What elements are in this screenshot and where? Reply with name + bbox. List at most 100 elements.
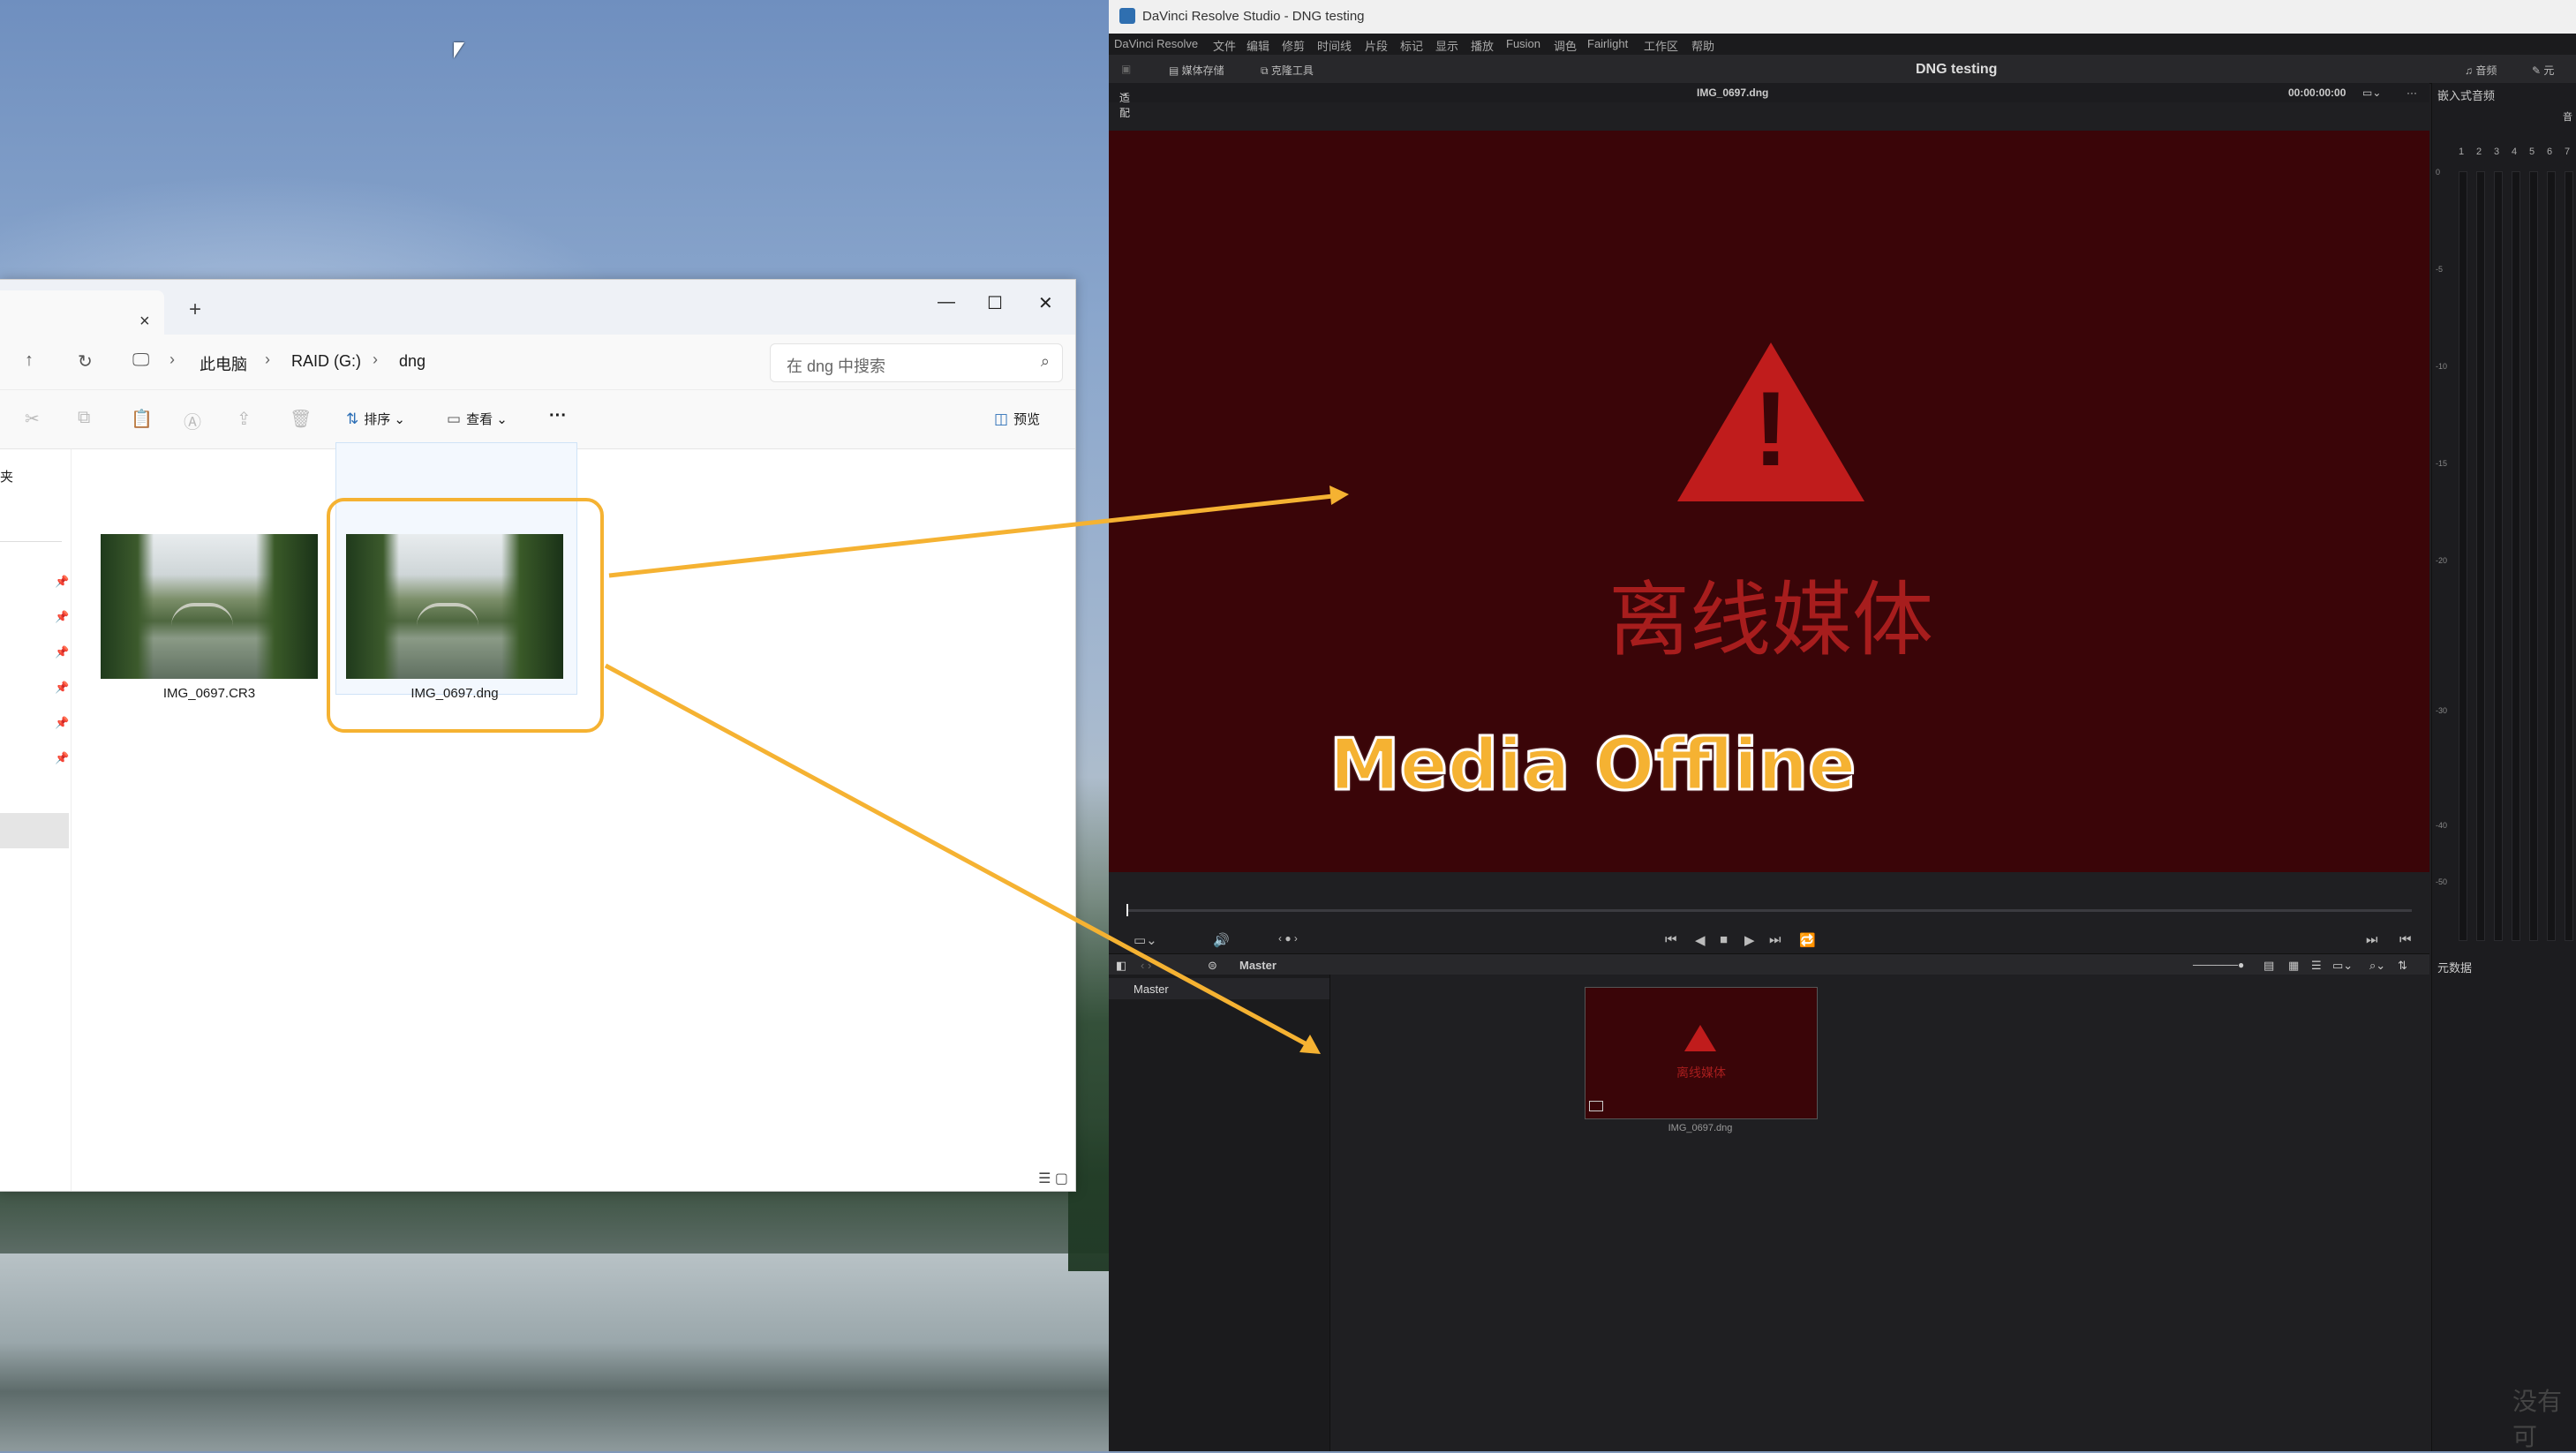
media-storage-label: 媒体存储	[1181, 64, 1224, 77]
breadcrumb-dng[interactable]: dng	[399, 352, 426, 371]
audio-meter	[2547, 171, 2556, 941]
up-arrow-icon[interactable]: ↑	[25, 350, 34, 371]
maximize-button[interactable]: ☐	[987, 292, 1003, 314]
audio-meter	[2512, 171, 2520, 941]
view-button[interactable]: ▭ 查看 ⌄	[447, 410, 508, 428]
share-icon[interactable]: ⇪	[237, 408, 252, 430]
refresh-icon[interactable]: ↻	[78, 350, 93, 373]
image-clip-icon	[1589, 1101, 1603, 1111]
nav-divider	[0, 541, 62, 542]
menu-workspace[interactable]: 工作区	[1644, 37, 1678, 54]
preview-button[interactable]: ◫ 预览	[994, 410, 1040, 428]
watermark-text: 没有可	[2512, 1388, 2563, 1450]
sort-icon[interactable]: ⇅	[2398, 959, 2407, 973]
play-icon[interactable]: ▶	[1744, 932, 1755, 948]
close-button[interactable]: ✕	[1038, 292, 1053, 314]
menu-color[interactable]: 调色	[1554, 37, 1577, 54]
channel-label: 5	[2529, 147, 2535, 157]
window-title: DaVinci Resolve Studio - DNG testing	[1142, 9, 1365, 24]
bin-toggle-icon[interactable]: ◧	[1116, 959, 1126, 973]
display-options-icon[interactable]: ▭⌄	[2332, 959, 2353, 973]
nav-item-selected[interactable]	[0, 813, 69, 848]
menu-help[interactable]: 帮助	[1691, 37, 1714, 54]
clone-tool-label: 克隆工具	[1270, 64, 1314, 77]
file-item-cr3[interactable]: IMG_0697.CR3	[101, 534, 318, 701]
bin-nav-icons[interactable]: ‹ ›	[1141, 959, 1151, 972]
audio-panel: 嵌入式音频 音 1 2 3 4 5 6 7 0 -5 -10 -15 -20 -…	[2431, 83, 2576, 1451]
playhead[interactable]	[1126, 904, 1128, 916]
menu-mark[interactable]: 标记	[1400, 37, 1423, 54]
loop-icon[interactable]: 🔁	[1799, 932, 1816, 948]
breadcrumb-raid[interactable]: RAID (G:)	[291, 352, 361, 371]
list-view-icon[interactable]: ▤	[2263, 959, 2274, 973]
go-to-start-icon[interactable]: ⏮	[1665, 932, 1677, 947]
media-pool-header: ◧ ‹ › ⊜ Master ──────● ▤ ▦ ☰ ▭⌄ ⌕⌄ ⇅	[1109, 953, 2429, 975]
new-tab-button[interactable]: +	[189, 297, 201, 322]
menu-playback[interactable]: 播放	[1471, 37, 1494, 54]
menu-edit[interactable]: 编辑	[1247, 37, 1269, 54]
audio-meter	[2459, 171, 2467, 941]
delete-icon[interactable]: 🗑	[290, 408, 312, 430]
scrub-bar[interactable]	[1109, 897, 2429, 929]
search-icon[interactable]: ⌕⌄	[2369, 959, 2385, 973]
zoom-slider[interactable]: ──────●	[2193, 959, 2244, 971]
nav-item-fragment[interactable]: 夹	[0, 467, 13, 486]
bin-icon: ⊜	[1208, 959, 1217, 972]
more-button[interactable]: ···	[549, 406, 567, 426]
copy-icon[interactable]: ⧉	[78, 408, 90, 428]
stop-icon[interactable]: ■	[1720, 932, 1728, 947]
audio-meter	[2494, 171, 2503, 941]
tab-close-icon[interactable]: ×	[139, 312, 150, 332]
bin-item-master[interactable]: Master	[1109, 978, 1329, 999]
metadata-button[interactable]: ✎ 元	[2532, 63, 2554, 78]
media-offline-annotation: Media Offline	[1328, 723, 1857, 808]
panel-toggle-icon[interactable]: ▣	[1121, 63, 1131, 75]
clip-thumbnail[interactable]: 离线媒体	[1585, 987, 1818, 1119]
navigation-pane: 夹 📌 📌 📌 📌 📌 📌	[0, 449, 72, 1191]
clone-tool-button[interactable]: ⧉ 克隆工具	[1261, 63, 1314, 78]
thumbnail-view-icon[interactable]: ▦	[2288, 959, 2299, 973]
go-to-end-icon[interactable]: ⏭	[1769, 932, 1781, 947]
menu-timeline[interactable]: 时间线	[1317, 37, 1352, 54]
rename-icon[interactable]: Ⓐ	[184, 408, 201, 433]
menu-fusion[interactable]: Fusion	[1506, 37, 1540, 50]
play-reverse-icon[interactable]: ◀	[1695, 932, 1706, 948]
meter-scale-label: -20	[2436, 556, 2448, 565]
menu-view[interactable]: 显示	[1435, 37, 1458, 54]
menu-davinci[interactable]: DaVinci Resolve	[1114, 37, 1198, 50]
jog-control[interactable]: ‹ ● ›	[1278, 932, 1298, 945]
fit-dropdown[interactable]: 适配 ⌄	[1119, 87, 1130, 119]
search-placeholder: 在 dng 中搜索	[787, 358, 886, 375]
audio-button[interactable]: ♫ 音频	[2465, 63, 2497, 78]
list-icon[interactable]: ☰	[2311, 959, 2322, 973]
explorer-titlebar: × + — ☐ ✕	[0, 280, 1075, 335]
menu-fairlight[interactable]: Fairlight	[1587, 37, 1628, 50]
view-toggle-icons[interactable]: ☰ ▢	[1038, 1170, 1068, 1187]
preview-pane-icon: ◫	[994, 410, 1009, 427]
more-options-icon[interactable]: ···	[2407, 87, 2417, 99]
paste-icon[interactable]: 📋	[131, 408, 153, 430]
sort-label: 排序	[364, 412, 391, 427]
prev-frame-icon[interactable]: ⏮	[2399, 932, 2412, 947]
menu-trim[interactable]: 修剪	[1282, 37, 1305, 54]
next-frame-icon[interactable]: ⏭	[2366, 932, 2378, 947]
media-storage-button[interactable]: ▤ 媒体存储	[1169, 63, 1224, 78]
cut-icon[interactable]: ✂	[25, 408, 40, 430]
breadcrumb-this-pc[interactable]: 此电脑	[200, 352, 247, 375]
viewer-mode-icon[interactable]: ▭⌄	[1134, 932, 1157, 948]
search-input[interactable]: 在 dng 中搜索 ⌕	[770, 343, 1063, 382]
chevron-right-icon: ›	[373, 350, 378, 368]
viewer-options-icon[interactable]: ▭⌄	[2362, 87, 2381, 99]
file-thumbnail	[101, 534, 318, 679]
menu-clip[interactable]: 片段	[1365, 37, 1388, 54]
explorer-tab[interactable]: ×	[0, 290, 164, 335]
minimize-button[interactable]: —	[938, 292, 955, 312]
scrub-track[interactable]	[1126, 909, 2412, 912]
metadata-title: 元数据	[2437, 961, 2473, 975]
audio-tab[interactable]: 音	[2563, 109, 2572, 124]
annotation-highlight-box	[327, 498, 604, 733]
volume-icon[interactable]: 🔊	[1213, 932, 1230, 948]
timecode: 00:00:00:00	[2288, 87, 2346, 99]
sort-button[interactable]: ⇅ 排序 ⌄	[346, 410, 405, 428]
menu-file[interactable]: 文件	[1213, 37, 1236, 54]
